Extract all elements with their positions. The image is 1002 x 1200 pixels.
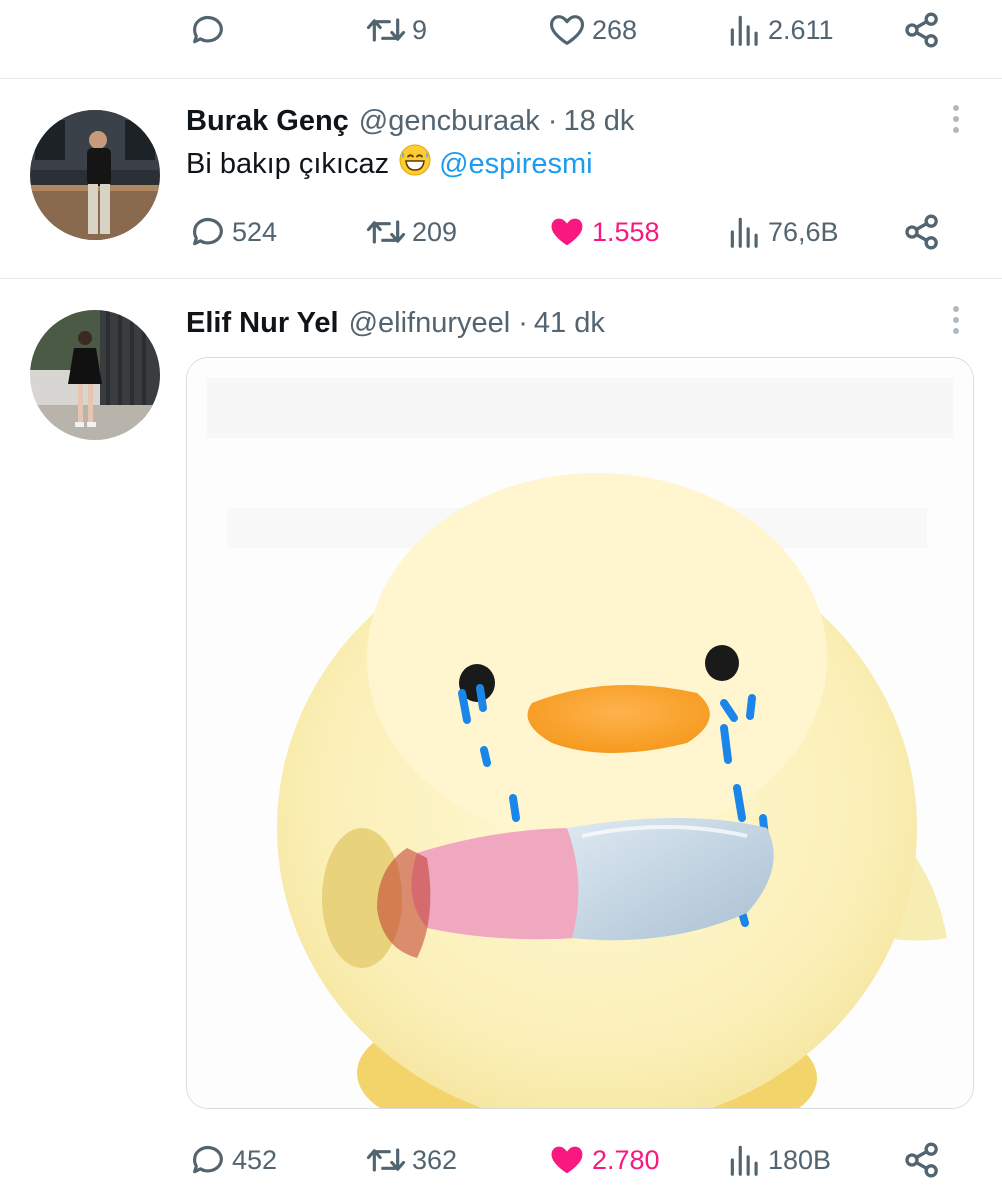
separator: · [518, 306, 528, 339]
share-icon [905, 12, 938, 48]
tweet-divider [0, 278, 1002, 279]
reply-button[interactable] [188, 0, 228, 60]
views-count: 2.611 [768, 14, 834, 45]
tweet-divider [0, 78, 1002, 79]
timestamp[interactable]: 41 dk [534, 307, 605, 340]
share-icon [905, 214, 938, 250]
tweet-text: Bi bakıp çıkıcaz @espiresmi [186, 143, 593, 185]
tweet-text-content: Bi bakıp çıkıcaz [186, 147, 390, 180]
retweet-count: 9 [412, 14, 428, 45]
top-tweet-actions: 9 268 2.611 [186, 0, 946, 60]
retweet-count: 362 [412, 1144, 458, 1175]
like-count: 268 [592, 14, 638, 45]
views-count: 180B [768, 1144, 832, 1175]
bar-chart-icon [730, 15, 758, 46]
display-name[interactable]: Burak Genç [186, 105, 349, 138]
heart-icon [551, 1146, 583, 1174]
reply-button[interactable]: 524 [188, 202, 277, 262]
more-options-button[interactable] [950, 99, 962, 139]
user-handle[interactable]: @elifnuryeel [349, 307, 511, 340]
heart-icon [551, 218, 583, 246]
separator: · [547, 104, 558, 137]
speech-bubble-icon [193, 1145, 223, 1174]
views-button[interactable]: 76,6B [726, 202, 839, 262]
like-count: 1.558 [592, 216, 660, 247]
like-count: 2.780 [592, 1144, 660, 1175]
share-button[interactable] [902, 0, 942, 60]
speech-bubble-icon [193, 217, 223, 246]
retweet-icon [366, 1148, 406, 1172]
vertical-dots-icon [953, 306, 959, 312]
reply-count: 524 [232, 216, 278, 247]
retweet-button[interactable]: 209 [364, 202, 457, 262]
timestamp[interactable]: 18 dk [563, 105, 634, 138]
retweet-button[interactable]: 9 [364, 0, 427, 60]
speech-bubble-icon [193, 15, 223, 44]
avatar[interactable] [30, 310, 160, 440]
reply-count: 452 [232, 1144, 278, 1175]
like-button[interactable]: 1.558 [546, 202, 660, 262]
heart-icon [549, 15, 585, 45]
retweet-icon [366, 220, 406, 244]
share-button[interactable] [902, 202, 942, 262]
retweet-count: 209 [412, 216, 458, 247]
reply-button[interactable]: 452 [188, 1130, 277, 1190]
tweet-actions: 452 362 2.780 180B [186, 1130, 946, 1190]
share-button[interactable] [902, 1130, 942, 1190]
like-button[interactable]: 268 [546, 0, 637, 60]
user-handle[interactable]: @gencburaak [359, 105, 540, 138]
bar-chart-icon [730, 1145, 758, 1176]
views-count: 76,6B [768, 216, 839, 247]
vertical-dots-icon [953, 105, 959, 111]
share-icon [905, 1142, 938, 1178]
views-button[interactable]: 2.611 [726, 0, 834, 60]
mention-link[interactable]: @espiresmi [439, 148, 593, 181]
grinning-sweat-emoji-icon [399, 144, 431, 184]
retweet-button[interactable]: 362 [364, 1130, 457, 1190]
tweet-actions: 524 209 1.558 76,6B [186, 202, 946, 262]
tweet-header: Elif Nur Yel @elifnuryeel · 41 dk [186, 303, 605, 343]
views-button[interactable]: 180B [726, 1130, 831, 1190]
avatar[interactable] [30, 110, 160, 240]
crying-duckling-with-knife-image [187, 358, 973, 1108]
more-options-button[interactable] [950, 300, 962, 340]
bar-chart-icon [730, 217, 758, 248]
tweet-header: Burak Genç @gencburaak · 18 dk [186, 101, 634, 141]
tweet-media-image[interactable] [186, 357, 974, 1109]
retweet-icon [366, 18, 406, 42]
like-button[interactable]: 2.780 [546, 1130, 660, 1190]
display-name[interactable]: Elif Nur Yel [186, 307, 339, 340]
